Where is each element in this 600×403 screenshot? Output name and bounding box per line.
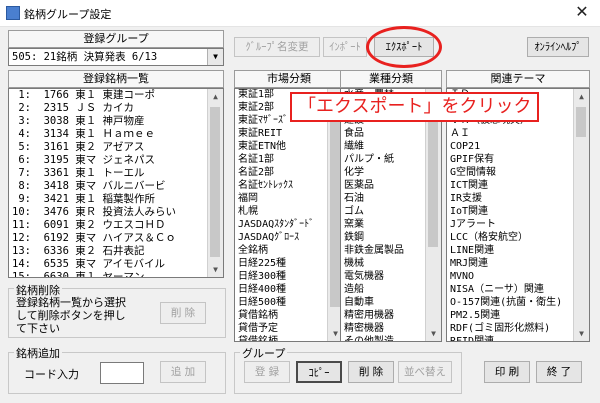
instruction-callout: 「エクスポート」をクリック bbox=[290, 92, 540, 122]
app-icon bbox=[6, 6, 20, 20]
add-stock-button[interactable]: 追 加 bbox=[160, 361, 206, 383]
theme-list-item[interactable]: IoT関連 bbox=[447, 206, 589, 219]
theme-list-item[interactable]: LINE関連 bbox=[447, 245, 589, 258]
theme-list-item[interactable]: G空間情報 bbox=[447, 167, 589, 180]
delete-group-button[interactable]: 削 除 bbox=[348, 361, 394, 383]
stock-list-scrollbar[interactable]: ▲ ▼ bbox=[207, 89, 223, 277]
stock-list-item[interactable]: 3: 3038 東１ 神戸物産 bbox=[9, 115, 223, 128]
stock-list-item[interactable]: 1: 1766 東１ 東建コーポ bbox=[9, 89, 223, 102]
scroll-down-icon[interactable]: ▼ bbox=[426, 326, 441, 341]
delete-stock-button[interactable]: 削 除 bbox=[160, 302, 206, 324]
stock-list-item[interactable]: 12: 6192 東マ ハイアス＆Ｃｏ bbox=[9, 232, 223, 245]
stock-list-item[interactable]: 2: 2315 ＪＳ カイカ bbox=[9, 102, 223, 115]
stock-list-item[interactable]: 5: 3161 東２ アゼアス bbox=[9, 141, 223, 154]
stock-list-item[interactable]: 9: 3421 東１ 稲葉製作所 bbox=[9, 193, 223, 206]
chevron-down-icon[interactable]: ▼ bbox=[207, 49, 223, 65]
industry-list[interactable]: 水産・農林鉱業建設食品繊維パルプ・紙化学医薬品石油ゴム窯業鉄鋼非鉄金属製品機械電… bbox=[340, 88, 442, 342]
register-group-button[interactable]: 登 録 bbox=[244, 361, 290, 383]
theme-list-item[interactable]: ＡＩ bbox=[447, 128, 589, 141]
instruction-line: 登録銘柄一覧から選択 bbox=[16, 296, 126, 309]
scroll-thumb[interactable] bbox=[576, 107, 586, 137]
scroll-thumb[interactable] bbox=[210, 107, 220, 257]
rename-group-button[interactable]: ｸﾞﾙｰﾌﾟ名変更 bbox=[234, 37, 320, 57]
theme-list-item[interactable]: IR支援 bbox=[447, 193, 589, 206]
export-highlight-ring bbox=[366, 26, 442, 68]
theme-list-item[interactable]: MVNO bbox=[447, 271, 589, 284]
instruction-line: て下さい bbox=[16, 322, 60, 335]
instruction-line: して削除ボタンを押し bbox=[16, 309, 126, 322]
theme-list-item[interactable]: ICT関連 bbox=[447, 180, 589, 193]
theme-list[interactable]: ＩＤＪ－ＲＥＩＴＶＲ（仮想現実）ＡＩCOP21GPIF保有G空間情報ICT関連I… bbox=[446, 88, 590, 342]
group-actions-legend: グループ bbox=[240, 345, 288, 361]
industry-list-scrollbar[interactable]: ▲ ▼ bbox=[425, 89, 441, 341]
window-title: 銘柄グループ設定 bbox=[24, 8, 112, 21]
market-label: 市場分類 bbox=[234, 70, 344, 88]
theme-list-item[interactable]: COP21 bbox=[447, 141, 589, 154]
copy-group-button[interactable]: ｺﾋﾟｰ bbox=[296, 361, 342, 383]
close-icon[interactable]: ✕ bbox=[572, 2, 592, 22]
theme-list-item[interactable]: RDF(ゴミ固形化燃料) bbox=[447, 323, 589, 336]
theme-list-item[interactable]: NISA（ニーサ）関連 bbox=[447, 284, 589, 297]
title-bar: 銘柄グループ設定 ✕ bbox=[0, 0, 600, 27]
theme-list-item[interactable]: PM2.5関連 bbox=[447, 310, 589, 323]
stock-list-item[interactable]: 14: 6535 東マ アイモバイル bbox=[9, 258, 223, 271]
stock-list-item[interactable]: 7: 3361 東１ トーエル bbox=[9, 167, 223, 180]
stock-list-item[interactable]: 15: 6630 東１ ヤーマン bbox=[9, 271, 223, 277]
theme-label: 関連テーマ bbox=[446, 70, 590, 88]
scroll-up-icon[interactable]: ▲ bbox=[208, 89, 223, 104]
stock-list[interactable]: 1: 1766 東１ 東建コーポ 2: 2315 ＪＳ カイカ 3: 3038 … bbox=[8, 88, 224, 278]
code-input[interactable] bbox=[100, 362, 144, 384]
group-select-value: 505: 21銘柄 決算発表 6/13 bbox=[12, 51, 158, 63]
stock-list-label: 登録銘柄一覧 bbox=[8, 70, 224, 88]
group-select[interactable]: 505: 21銘柄 決算発表 6/13 ▼ bbox=[8, 48, 224, 66]
code-input-label: コード入力 bbox=[24, 368, 79, 381]
group-select-label: 登録グループ bbox=[8, 30, 224, 48]
close-button[interactable]: 終 了 bbox=[536, 361, 582, 383]
scroll-up-icon[interactable]: ▲ bbox=[574, 89, 589, 104]
theme-list-scrollbar[interactable]: ▲ ▼ bbox=[573, 89, 589, 341]
scroll-down-icon[interactable]: ▼ bbox=[208, 262, 223, 277]
industry-label: 業種分類 bbox=[340, 70, 442, 88]
theme-list-item[interactable]: GPIF保有 bbox=[447, 154, 589, 167]
add-stock-legend: 銘柄追加 bbox=[14, 345, 62, 361]
theme-list-item[interactable]: O-157関連(抗菌・衛生) bbox=[447, 297, 589, 310]
stock-list-item[interactable]: 8: 3418 東マ バルニバービ bbox=[9, 180, 223, 193]
scroll-down-icon[interactable]: ▼ bbox=[574, 326, 589, 341]
stock-list-item[interactable]: 10: 3476 東Ｒ 投資法人みらい bbox=[9, 206, 223, 219]
import-button[interactable]: ｲﾝﾎﾟｰﾄ bbox=[323, 37, 367, 57]
theme-list-item[interactable]: LCC（格安航空） bbox=[447, 232, 589, 245]
stock-list-item[interactable]: 11: 6091 東２ ウエスコＨＤ bbox=[9, 219, 223, 232]
stock-list-item[interactable]: 6: 3195 東マ ジェネパス bbox=[9, 154, 223, 167]
theme-list-item[interactable]: Jアラート bbox=[447, 219, 589, 232]
delete-instructions: 登録銘柄一覧から選択 して削除ボタンを押し て下さい bbox=[16, 296, 126, 335]
scroll-thumb[interactable] bbox=[428, 107, 438, 247]
theme-list-item[interactable]: RFID関連 bbox=[447, 336, 589, 341]
sort-group-button[interactable]: 並べ替え bbox=[398, 361, 452, 383]
stock-list-item[interactable]: 13: 6336 東２ 石井表記 bbox=[9, 245, 223, 258]
scroll-thumb[interactable] bbox=[330, 107, 340, 307]
online-help-button[interactable]: ｵﾝﾗｲﾝﾍﾙﾌﾟ bbox=[527, 37, 589, 57]
market-list[interactable]: 東証1部 東証2部 東証ﾏｻﾞｰｽﾞ 東証REIT 東証ETN他 名証1部 名証2部 名証ｾﾝ… bbox=[234, 88, 344, 342]
print-button[interactable]: 印 刷 bbox=[484, 361, 530, 383]
theme-list-item[interactable]: MRJ関連 bbox=[447, 258, 589, 271]
stock-list-item[interactable]: 4: 3134 東１ Ｈａｍｅｅ bbox=[9, 128, 223, 141]
